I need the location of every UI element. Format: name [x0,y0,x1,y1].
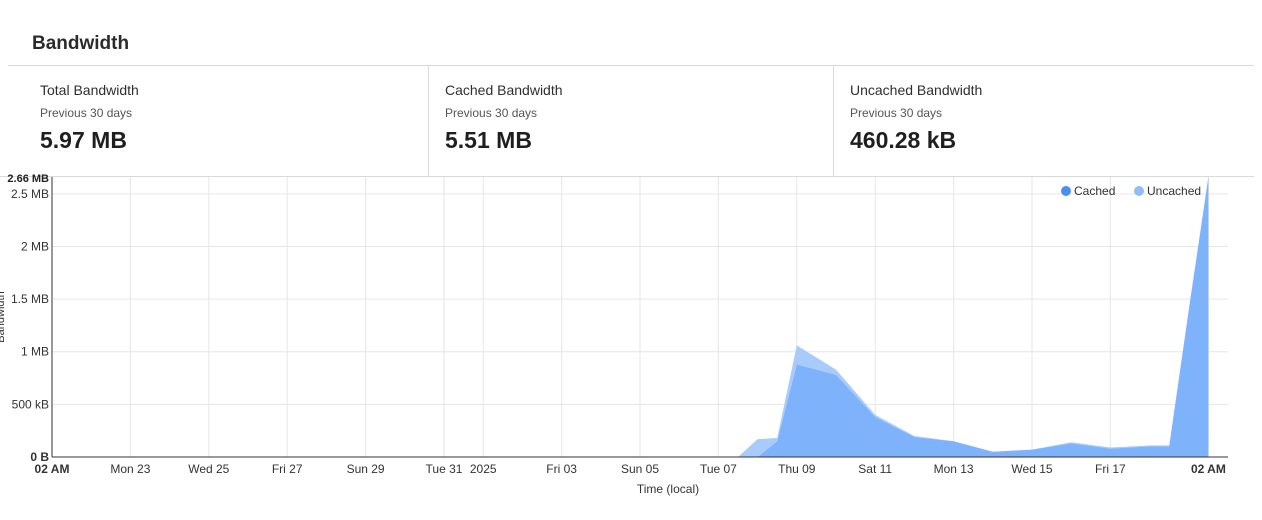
x-tick-label: Thu 09 [778,462,816,476]
x-tick-label: Sun 05 [621,462,659,476]
y-tick-label: 1 MB [21,345,49,359]
x-tick-label: 2025 [470,462,497,476]
x-tick-label: Sun 29 [347,462,385,476]
legend-marker [1061,186,1071,196]
x-tick-label: Fri 03 [546,462,577,476]
y-tick-label: 1.5 MB [11,292,49,306]
legend-marker [1134,186,1144,196]
uncached-area [52,177,1209,457]
x-tick-label: 02 AM [35,462,70,476]
x-tick-label: Wed 25 [188,462,229,476]
legend-label: Cached [1074,184,1115,198]
x-tick-label: Fri 17 [1095,462,1126,476]
y-max-label: 2.66 MB [7,173,49,185]
x-tick-label: 02 AM [1191,462,1226,476]
x-tick-label: Tue 07 [700,462,737,476]
y-tick-label: 500 kB [12,397,49,411]
y-axis-title: Bandwidth [0,291,7,342]
x-tick-label: Sat 11 [858,462,892,476]
legend-label: Uncached [1147,184,1201,198]
x-axis-title: Time (local) [637,482,699,496]
y-tick-label: 2.5 MB [11,187,49,201]
x-tick-label: Fri 27 [272,462,303,476]
x-tick-label: Mon 13 [934,462,974,476]
x-tick-label: Mon 23 [110,462,150,476]
y-tick-label: 2 MB [21,239,49,253]
cached-area [52,177,1209,457]
x-tick-label: Wed 15 [1011,462,1052,476]
bandwidth-chart: 0 B500 kB1 MB1.5 MB2 MB2.5 MB2.66 MB02 A… [0,173,1228,496]
x-tick-label: Tue 31 [426,462,463,476]
